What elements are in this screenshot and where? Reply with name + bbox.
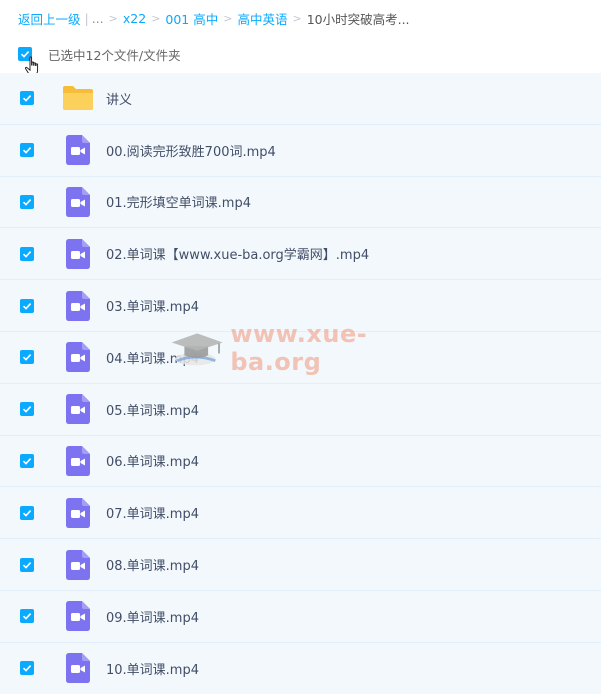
file-name[interactable]: 09.单词课.mp4: [106, 607, 199, 626]
video-file-icon: [62, 342, 94, 373]
file-row[interactable]: 00.阅读完形致胜700词.mp4: [0, 124, 601, 177]
video-file-icon: [62, 394, 94, 425]
file-checkbox[interactable]: [20, 194, 34, 209]
file-row[interactable]: 05.单词课.mp4: [0, 383, 601, 436]
file-name[interactable]: 02.单词课【www.xue-ba.org学霸网】.mp4: [106, 244, 369, 263]
file-row[interactable]: 04.单词课.mp4: [0, 331, 601, 384]
breadcrumb-ellipsis[interactable]: ...: [92, 11, 104, 26]
checkmark-icon: [22, 95, 32, 103]
file-row[interactable]: 01.完形填空单词课.mp4: [0, 176, 601, 229]
back-link[interactable]: 返回上一级: [18, 9, 81, 28]
file-name[interactable]: 00.阅读完形致胜700词.mp4: [106, 141, 276, 160]
checkmark-icon: [22, 406, 32, 413]
file-checkbox[interactable]: [20, 609, 34, 624]
file-checkbox[interactable]: [20, 453, 34, 468]
video-file-icon: [62, 601, 94, 632]
file-name[interactable]: 08.单词课.mp4: [106, 555, 199, 574]
breadcrumb-item-english[interactable]: 高中英语: [237, 9, 287, 28]
video-file-icon: [62, 135, 94, 166]
checkmark-icon: [22, 613, 32, 621]
selection-count-label: 已选中12个文件/文件夹: [48, 47, 181, 63]
breadcrumb-separator: >: [151, 11, 161, 25]
file-checkbox[interactable]: [20, 298, 34, 313]
breadcrumb-item-x22[interactable]: x22: [123, 11, 146, 26]
file-row[interactable]: 07.单词课.mp4: [0, 487, 601, 540]
file-name[interactable]: 04.单词课.mp4: [106, 348, 199, 367]
checkmark-icon: [22, 509, 32, 517]
video-file-icon: [62, 290, 94, 321]
file-name[interactable]: 06.单词课.mp4: [106, 451, 199, 470]
checkmark-icon: [22, 147, 32, 154]
selection-bar: 已选中12个文件/文件夹: [18, 44, 181, 64]
video-file-icon: [62, 549, 94, 580]
video-file-icon: [62, 653, 94, 684]
breadcrumb-divider: |: [84, 10, 89, 26]
checkmark-icon: [22, 302, 32, 310]
checkmark-icon: [22, 354, 32, 362]
file-row[interactable]: 讲义: [0, 73, 601, 125]
checkmark-icon: [22, 458, 32, 465]
checkmark-icon: [20, 51, 30, 58]
select-all-checkbox[interactable]: [18, 47, 32, 61]
video-file-icon: [62, 186, 94, 217]
file-checkbox[interactable]: [20, 143, 34, 158]
breadcrumb-current: 10小时突破高考...: [306, 11, 410, 27]
file-name[interactable]: 07.单词课.mp4: [106, 503, 199, 522]
file-row[interactable]: 10.单词课.mp4: [0, 642, 601, 694]
file-name[interactable]: 01.完形填空单词课.mp4: [106, 192, 251, 211]
file-row[interactable]: 06.单词课.mp4: [0, 435, 601, 488]
breadcrumb-separator: >: [108, 11, 118, 25]
file-checkbox[interactable]: [20, 246, 34, 261]
file-browser: 返回上一级 | ... > x22 > 001 高中 > 高中英语 > 10小时…: [0, 0, 601, 694]
file-name[interactable]: 05.单词课.mp4: [106, 400, 199, 419]
video-file-icon: [62, 238, 94, 269]
file-name[interactable]: 10.单词课.mp4: [106, 659, 199, 678]
file-checkbox[interactable]: [20, 505, 34, 520]
file-list: 讲义 00.阅读完形致胜700词.mp4 01.完形填空单词课.mp4 02.单词课【…: [0, 73, 601, 694]
file-checkbox[interactable]: [20, 402, 34, 417]
file-checkbox[interactable]: [20, 557, 34, 572]
file-row[interactable]: 09.单词课.mp4: [0, 590, 601, 643]
file-checkbox[interactable]: [20, 91, 34, 106]
file-row[interactable]: 02.单词课【www.xue-ba.org学霸网】.mp4: [0, 228, 601, 281]
file-checkbox[interactable]: [20, 350, 34, 365]
file-row[interactable]: 08.单词课.mp4: [0, 539, 601, 591]
breadcrumb-item-001[interactable]: 001 高中: [165, 9, 218, 28]
folder-icon: [62, 83, 94, 113]
breadcrumb-separator: >: [292, 11, 302, 25]
checkmark-icon: [22, 199, 32, 206]
checkmark-icon: [22, 250, 32, 258]
video-file-icon: [62, 497, 94, 528]
checkmark-icon: [22, 561, 32, 569]
file-checkbox[interactable]: [20, 661, 34, 676]
file-name[interactable]: 讲义: [106, 89, 132, 108]
checkmark-icon: [22, 665, 32, 672]
breadcrumb-separator: >: [223, 11, 233, 25]
file-row[interactable]: 03.单词课.mp4: [0, 280, 601, 332]
video-file-icon: [62, 445, 94, 476]
breadcrumb: 返回上一级 | ... > x22 > 001 高中 > 高中英语 > 10小时…: [18, 8, 410, 28]
file-name[interactable]: 03.单词课.mp4: [106, 296, 199, 315]
